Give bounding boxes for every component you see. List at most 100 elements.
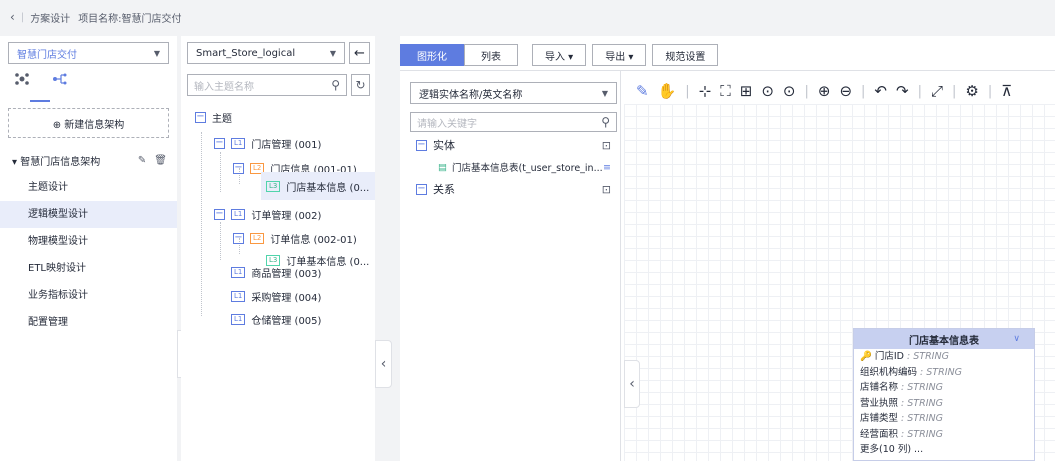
collapse-subject-panel-handle[interactable]: ‹	[375, 340, 392, 388]
tree-view-icon[interactable]	[52, 72, 68, 100]
chevron-left-icon[interactable]: ‹	[10, 10, 15, 24]
breadcrumb-section[interactable]: 方案设计	[30, 10, 70, 25]
expand-all-icon[interactable]: ⊙	[783, 82, 796, 100]
entity-select-value: 逻辑实体名称/英文名称	[419, 89, 523, 101]
tree-root-subject[interactable]: − 主题	[195, 107, 232, 127]
import-button[interactable]: 导入 ▾	[532, 44, 587, 66]
chevron-left-icon: ‹	[380, 356, 387, 372]
er-entity-title: 门店基本信息表	[909, 335, 979, 347]
breadcrumb-project: 项目名称:智慧门店交付	[78, 13, 182, 25]
collapse-icon[interactable]: −	[233, 232, 244, 244]
search-icon: ⚲	[601, 115, 610, 129]
table-icon: ▤	[438, 161, 447, 173]
hierarchy-icon[interactable]: ⊼	[1001, 82, 1012, 100]
hand-icon[interactable]: ✋	[658, 82, 677, 100]
zoom-out-icon[interactable]: ⊖	[839, 82, 852, 100]
collapse-icon[interactable]: −	[416, 183, 427, 195]
er-more-columns[interactable]: 更多(10 列) ...	[854, 442, 1034, 458]
fit-screen-icon[interactable]: ⛶	[720, 82, 731, 100]
architecture-root[interactable]: ▾ 智慧门店信息架构 ✎ 🗑	[0, 146, 177, 174]
divider	[620, 70, 621, 461]
tree-node-label: 门店基本信息 (0...	[286, 182, 370, 194]
project-select[interactable]: 智慧门店交付 ▼	[8, 42, 169, 64]
subject-panel: Smart_Store_logical ▼ ← 输入主题名称 ⚲ ↻ − 主题 …	[181, 36, 375, 461]
tree-node-selected[interactable]: L3 门店基本信息 (0...	[261, 172, 375, 200]
arrow-left-icon: ←	[354, 45, 365, 61]
er-field-type: : STRING	[898, 413, 943, 424]
collapse-icon[interactable]: −	[214, 208, 225, 220]
tree-node[interactable]: − L2 订单信息 (002-01)	[233, 228, 357, 248]
back-arrow-button[interactable]: ←	[349, 42, 370, 64]
relation-group-row[interactable]: − 关系 ⊡	[410, 178, 617, 200]
spec-settings-button[interactable]: 规范设置	[652, 44, 719, 66]
er-field-name: 门店ID	[874, 351, 904, 362]
refresh-button[interactable]: ↻	[351, 74, 370, 96]
edit-icon[interactable]: ✎	[138, 155, 146, 166]
collapse-all-icon[interactable]: ⊙	[761, 82, 774, 100]
collapse-entity-panel-handle[interactable]: ‹	[624, 360, 640, 408]
collapse-icon[interactable]: −	[195, 111, 206, 123]
primary-key-icon: 🔑	[860, 351, 872, 362]
level-badge: L1	[231, 208, 246, 220]
level-badge: L1	[231, 266, 246, 278]
er-entity-box[interactable]: 门店基本信息表 ∨ 🔑 门店ID : STRING 组织机构编码 : STRIN…	[853, 328, 1035, 461]
er-field-row: 店铺类型 : STRING	[854, 411, 1034, 427]
er-field-row: 经营面积 : STRING	[854, 427, 1034, 443]
add-entity-icon[interactable]: ⊡	[602, 139, 611, 152]
undo-icon[interactable]: ↶	[874, 82, 887, 100]
chevron-down-icon[interactable]: ∨	[1013, 334, 1020, 344]
redo-icon[interactable]: ↷	[896, 82, 909, 100]
canvas-toolbar: ✎ ✋ | ⊹ ⛶ ⊞ ⊙ ⊙ | ⊕ ⊖ | ↶ ↷ | ⤢ | ⚙ | ⊼	[636, 82, 1013, 100]
sidebar-item-etl-mapping[interactable]: ETL映射设计	[0, 255, 177, 282]
tab-list[interactable]: 列表	[464, 44, 518, 66]
add-relation-icon[interactable]: ⊡	[602, 183, 611, 196]
sidebar-item-physical-model[interactable]: 物理模型设计	[0, 228, 177, 255]
divider	[400, 70, 1055, 71]
keyword-search-input[interactable]: 请输入关键字 ⚲	[410, 112, 617, 132]
sidebar-item-subject-design[interactable]: 主题设计	[0, 174, 177, 201]
search-icon: ⚲	[331, 78, 340, 92]
er-field-type: : STRING	[898, 397, 943, 409]
er-field-name: 营业执照	[860, 397, 899, 409]
level-badge: L2	[250, 232, 265, 244]
export-button[interactable]: 导出 ▾	[592, 44, 647, 66]
cluster-view-icon[interactable]	[14, 72, 30, 100]
collapse-icon[interactable]: −	[416, 139, 427, 151]
subject-search-input[interactable]: 输入主题名称 ⚲	[187, 74, 347, 96]
er-field-type: : STRING	[904, 351, 949, 362]
edit-icon[interactable]: ✎	[636, 82, 649, 100]
chevron-down-icon: ▼	[329, 48, 336, 58]
grid-layout-icon[interactable]: ⊞	[740, 82, 753, 100]
settings-icon[interactable]: ⚙	[965, 82, 978, 100]
entity-list-item[interactable]: ▤ 门店基本信息表(t_user_store_in... ≡	[410, 156, 617, 178]
tree-node-label: 订单管理 (002)	[251, 210, 322, 222]
sidebar: 智慧门店交付 ▼ ⊕ 新建信息架构 ▾ 智慧门店信息架构 ✎ 🗑 主题设计 逻辑…	[0, 36, 177, 461]
fullscreen-icon[interactable]: ⤢	[931, 82, 943, 100]
tree-node[interactable]: − L1 门店管理 (001)	[214, 133, 321, 153]
er-field-name: 组织机构编码	[860, 366, 918, 378]
entity-select[interactable]: 逻辑实体名称/英文名称 ▼	[410, 82, 617, 104]
menu-icon[interactable]: ≡	[603, 162, 611, 173]
tab-graphical[interactable]: 图形化	[400, 44, 464, 66]
model-select[interactable]: Smart_Store_logical ▼	[187, 42, 345, 64]
er-field-type: : STRING	[917, 366, 962, 378]
sidebar-item-business-metrics[interactable]: 业务指标设计	[0, 282, 177, 309]
sidebar-item-logical-model[interactable]: 逻辑模型设计	[0, 201, 177, 228]
er-entity-header[interactable]: 门店基本信息表 ∨	[854, 329, 1034, 349]
shrink-icon[interactable]: ⊹	[699, 82, 712, 100]
er-field-row: 店铺名称 : STRING	[854, 380, 1034, 396]
tree-node[interactable]: L1 商品管理 (003)	[231, 262, 321, 282]
sidebar-item-config[interactable]: 配置管理	[0, 309, 177, 336]
collapse-icon[interactable]: −	[214, 137, 225, 149]
zoom-in-icon[interactable]: ⊕	[818, 82, 831, 100]
tree-node[interactable]: L1 仓储管理 (005)	[231, 309, 321, 329]
active-view-indicator	[30, 100, 50, 102]
new-architecture-button[interactable]: ⊕ 新建信息架构	[8, 108, 169, 138]
tree-node[interactable]: − L1 订单管理 (002)	[214, 204, 321, 224]
collapse-icon[interactable]: −	[233, 162, 244, 174]
entity-group-row[interactable]: − 实体 ⊡	[410, 134, 617, 156]
delete-icon[interactable]: 🗑	[154, 155, 167, 166]
breadcrumb: ‹ | 方案设计 项目名称:智慧门店交付	[0, 0, 1055, 34]
subject-search-placeholder: 输入主题名称	[194, 81, 254, 93]
tree-node[interactable]: L1 采购管理 (004)	[231, 286, 321, 306]
